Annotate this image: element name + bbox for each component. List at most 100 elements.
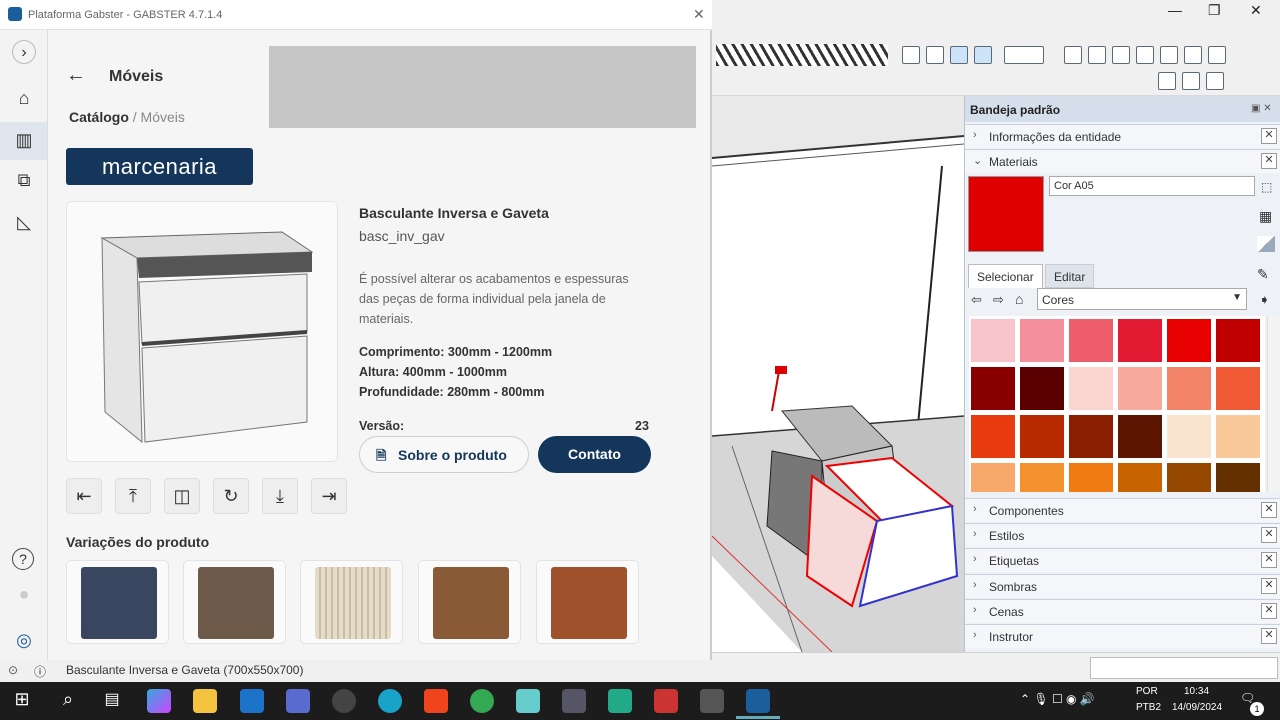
close-window-icon[interactable]: ✕	[1250, 2, 1262, 19]
top-view-icon[interactable]	[1088, 46, 1106, 64]
color-swatch[interactable]	[1167, 463, 1211, 492]
color-swatch[interactable]	[1020, 463, 1064, 492]
location-icon[interactable]: ⊙	[8, 663, 18, 677]
panel-row[interactable]: › Estilos ✕	[965, 523, 1280, 548]
style-toolbar[interactable]	[716, 44, 888, 66]
xray-icon[interactable]	[950, 46, 968, 64]
close-icon[interactable]: ✕	[1261, 502, 1277, 518]
app-icon[interactable]	[562, 689, 586, 713]
variation-thumb[interactable]	[183, 560, 286, 644]
default-material-icon[interactable]: ⬚	[1261, 180, 1272, 194]
variation-thumb[interactable]	[66, 560, 169, 644]
chrome-icon[interactable]	[470, 689, 494, 713]
color-swatch[interactable]	[1216, 319, 1260, 362]
breadcrumb-root[interactable]: Catálogo	[69, 109, 129, 125]
app-icon[interactable]	[608, 689, 632, 713]
variation-thumb[interactable]	[418, 560, 521, 644]
pin-icon[interactable]: ▣ ✕	[1251, 103, 1272, 114]
iso-view-icon[interactable]	[1064, 46, 1082, 64]
library-select[interactable]: Cores ▼	[1037, 288, 1247, 310]
color-swatch[interactable]	[1069, 367, 1113, 410]
back-icon[interactable]: ⇦	[971, 292, 982, 308]
edge-icon[interactable]	[378, 689, 402, 713]
color-swatch[interactable]	[1167, 319, 1211, 362]
color-swatch[interactable]	[1216, 463, 1260, 492]
expand-icon[interactable]: ›	[12, 40, 36, 64]
back-arrow-icon[interactable]: ←	[66, 64, 86, 87]
close-icon[interactable]: ✕	[693, 6, 705, 23]
center-icon[interactable]: ◫	[164, 478, 200, 514]
panel-row[interactable]: › Instrutor ✕	[965, 624, 1280, 648]
front-view-icon[interactable]	[1112, 46, 1130, 64]
eyedropper-icon[interactable]: ✎	[1257, 266, 1269, 283]
copilot-icon[interactable]	[147, 689, 171, 713]
color-swatch[interactable]	[1118, 367, 1162, 410]
color-swatch[interactable]	[971, 319, 1015, 362]
color-swatch[interactable]	[1167, 367, 1211, 410]
color-swatch[interactable]	[1069, 415, 1113, 458]
ruler-icon[interactable]: ◺	[12, 210, 36, 234]
layers-icon[interactable]: ⧉	[12, 168, 36, 192]
measurements-box[interactable]	[1090, 657, 1278, 679]
app-icon[interactable]	[654, 689, 678, 713]
rotate-icon[interactable]: ↻	[213, 478, 249, 514]
clock-date[interactable]: 14/09/2024	[1172, 702, 1222, 713]
color-swatch[interactable]	[1020, 367, 1064, 410]
contact-button[interactable]: Contato	[538, 436, 651, 473]
search-icon[interactable]: ⌕	[56, 689, 80, 713]
bottom-view-icon[interactable]	[1208, 46, 1226, 64]
color-swatch[interactable]	[1118, 415, 1162, 458]
color-swatch[interactable]	[1020, 415, 1064, 458]
calculator-icon[interactable]	[286, 689, 310, 713]
panel-row[interactable]: › Cenas ✕	[965, 598, 1280, 623]
color-swatch[interactable]	[1216, 367, 1260, 410]
app-icon[interactable]	[332, 689, 356, 713]
material-name-field[interactable]: Cor A05	[1049, 176, 1255, 196]
panel-materials[interactable]: ⌄ Materiais ✕	[965, 149, 1280, 173]
close-icon[interactable]: ✕	[1261, 628, 1277, 644]
close-icon[interactable]: ✕	[1261, 577, 1277, 594]
sample-paint-icon[interactable]	[1257, 236, 1275, 252]
info-icon[interactable]: ⓘ	[34, 663, 46, 680]
app-icon[interactable]	[516, 689, 540, 713]
current-material-swatch[interactable]	[968, 176, 1044, 252]
zoom-icon[interactable]	[926, 46, 944, 64]
close-icon[interactable]: ✕	[1261, 602, 1277, 619]
home-icon[interactable]: ⌂	[1015, 291, 1023, 307]
panel-entity-info[interactable]: › Informações da entidade ✕	[965, 124, 1280, 148]
panel-row[interactable]: › Componentes ✕	[965, 498, 1280, 522]
panel-row[interactable]: › Sombras ✕	[965, 573, 1280, 598]
keyboard-layout[interactable]: PTB2	[1136, 702, 1161, 713]
clock-time[interactable]: 10:34	[1184, 686, 1209, 697]
brave-icon[interactable]	[424, 689, 448, 713]
home-icon[interactable]: ⌂	[12, 86, 36, 110]
close-icon[interactable]: ✕	[1261, 527, 1277, 544]
reload-icon[interactable]	[1158, 72, 1176, 90]
left-view-icon[interactable]	[1184, 46, 1202, 64]
list-icon[interactable]	[1182, 72, 1200, 90]
align-right-icon[interactable]: ⇥	[311, 478, 347, 514]
color-swatch[interactable]	[1069, 463, 1113, 492]
color-swatch[interactable]	[971, 463, 1015, 492]
windows-start-icon[interactable]: ⊞	[10, 689, 34, 713]
variation-thumb[interactable]	[300, 560, 403, 644]
mail-icon[interactable]	[240, 689, 264, 713]
close-icon[interactable]: ✕	[1261, 128, 1277, 144]
tab-edit[interactable]: Editar	[1045, 264, 1095, 288]
catalog-icon[interactable]: ▥	[12, 128, 36, 152]
shaded-icon[interactable]	[974, 46, 992, 64]
forward-icon[interactable]: ⇨	[993, 292, 1004, 308]
color-swatch[interactable]	[1118, 319, 1162, 362]
user-icon[interactable]: ●	[12, 582, 36, 606]
panel-row[interactable]: › Etiquetas ✕	[965, 548, 1280, 573]
about-product-button[interactable]: 🗎 Sobre o produto	[359, 436, 529, 473]
color-swatch[interactable]	[1216, 415, 1260, 458]
details-icon[interactable]: ➧	[1259, 292, 1270, 308]
close-icon[interactable]: ✕	[1261, 552, 1277, 569]
export-icon[interactable]	[1206, 72, 1224, 90]
create-material-icon[interactable]: ▦	[1259, 208, 1272, 225]
close-icon[interactable]: ✕	[1261, 153, 1277, 169]
color-swatch[interactable]	[1020, 319, 1064, 362]
help-icon[interactable]: ?	[12, 548, 34, 570]
right-view-icon[interactable]	[1136, 46, 1154, 64]
